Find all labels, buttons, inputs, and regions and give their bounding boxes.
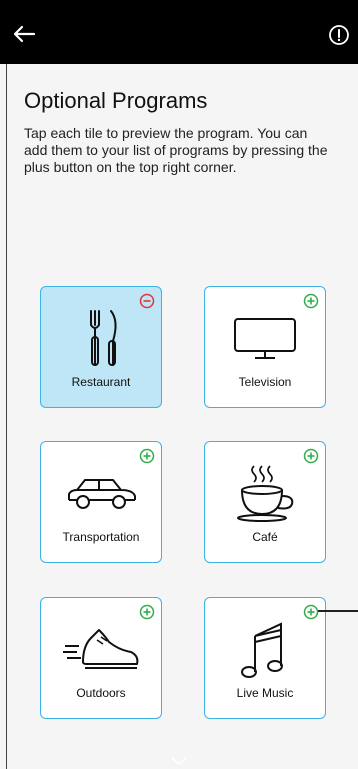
tile-television[interactable]: Television bbox=[204, 286, 326, 408]
top-bar bbox=[0, 0, 358, 64]
television-icon bbox=[234, 318, 296, 359]
coffee-cup-icon bbox=[237, 465, 294, 522]
tile-live-music[interactable]: Live Music bbox=[204, 597, 326, 719]
running-shoe-icon bbox=[63, 629, 139, 669]
tile-label: Live Music bbox=[236, 686, 294, 700]
page-title: Optional Programs bbox=[24, 88, 208, 113]
tile-label: Television bbox=[238, 375, 292, 389]
fork-knife-icon bbox=[90, 310, 117, 366]
tile-outdoors[interactable]: Outdoors bbox=[40, 597, 162, 719]
tile-label: Transportation bbox=[62, 530, 140, 544]
music-note-icon bbox=[241, 622, 283, 678]
tile-label: Outdoors bbox=[76, 686, 126, 700]
page-description: Tap each tile to preview the program. Yo… bbox=[24, 125, 328, 175]
arrow-left-icon[interactable] bbox=[10, 20, 38, 48]
car-icon bbox=[68, 479, 136, 509]
info-circle-icon[interactable] bbox=[328, 24, 350, 46]
chevron-down-icon bbox=[171, 757, 187, 766]
tile-label: Restaurant bbox=[71, 375, 131, 389]
tile-label: Café bbox=[252, 530, 278, 544]
tile-restaurant[interactable]: Restaurant bbox=[40, 286, 162, 408]
tile-cafe[interactable]: Café bbox=[204, 441, 326, 563]
callout-line bbox=[318, 610, 358, 612]
tile-transportation[interactable]: Transportation bbox=[40, 441, 162, 563]
